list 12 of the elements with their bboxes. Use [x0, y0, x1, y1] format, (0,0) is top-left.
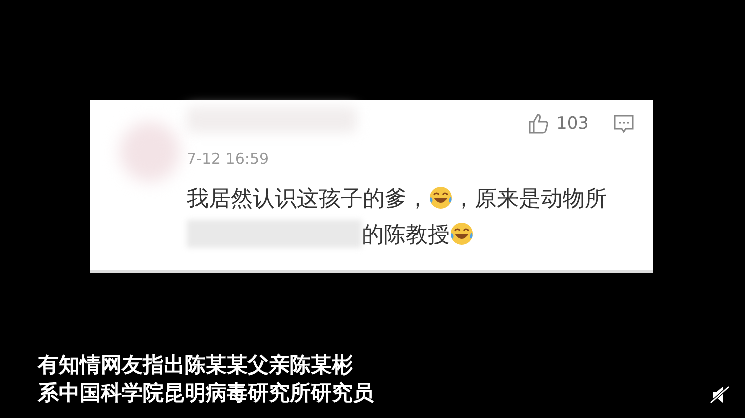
comment-text: 我居然认识这孩子的爹， — [187, 187, 429, 212]
laughing-emoji-icon — [450, 222, 474, 246]
comment-icon[interactable] — [613, 113, 635, 135]
comment-time: 7-12 16:59 — [187, 150, 270, 168]
thumbs-up-icon[interactable] — [526, 112, 551, 136]
comment-text: ，原来是动物所 — [453, 187, 607, 212]
like-count: 103 — [556, 114, 589, 134]
subtitle-line: 系中国科学院昆明病毒研究所研究员 — [38, 380, 374, 407]
subtitle-line: 有知情网友指出陈某某父亲陈某彬 — [38, 352, 353, 379]
comment-text: 的陈教授 — [362, 223, 450, 248]
muted-speaker-icon[interactable] — [710, 386, 730, 404]
laughing-emoji-icon — [429, 186, 453, 210]
